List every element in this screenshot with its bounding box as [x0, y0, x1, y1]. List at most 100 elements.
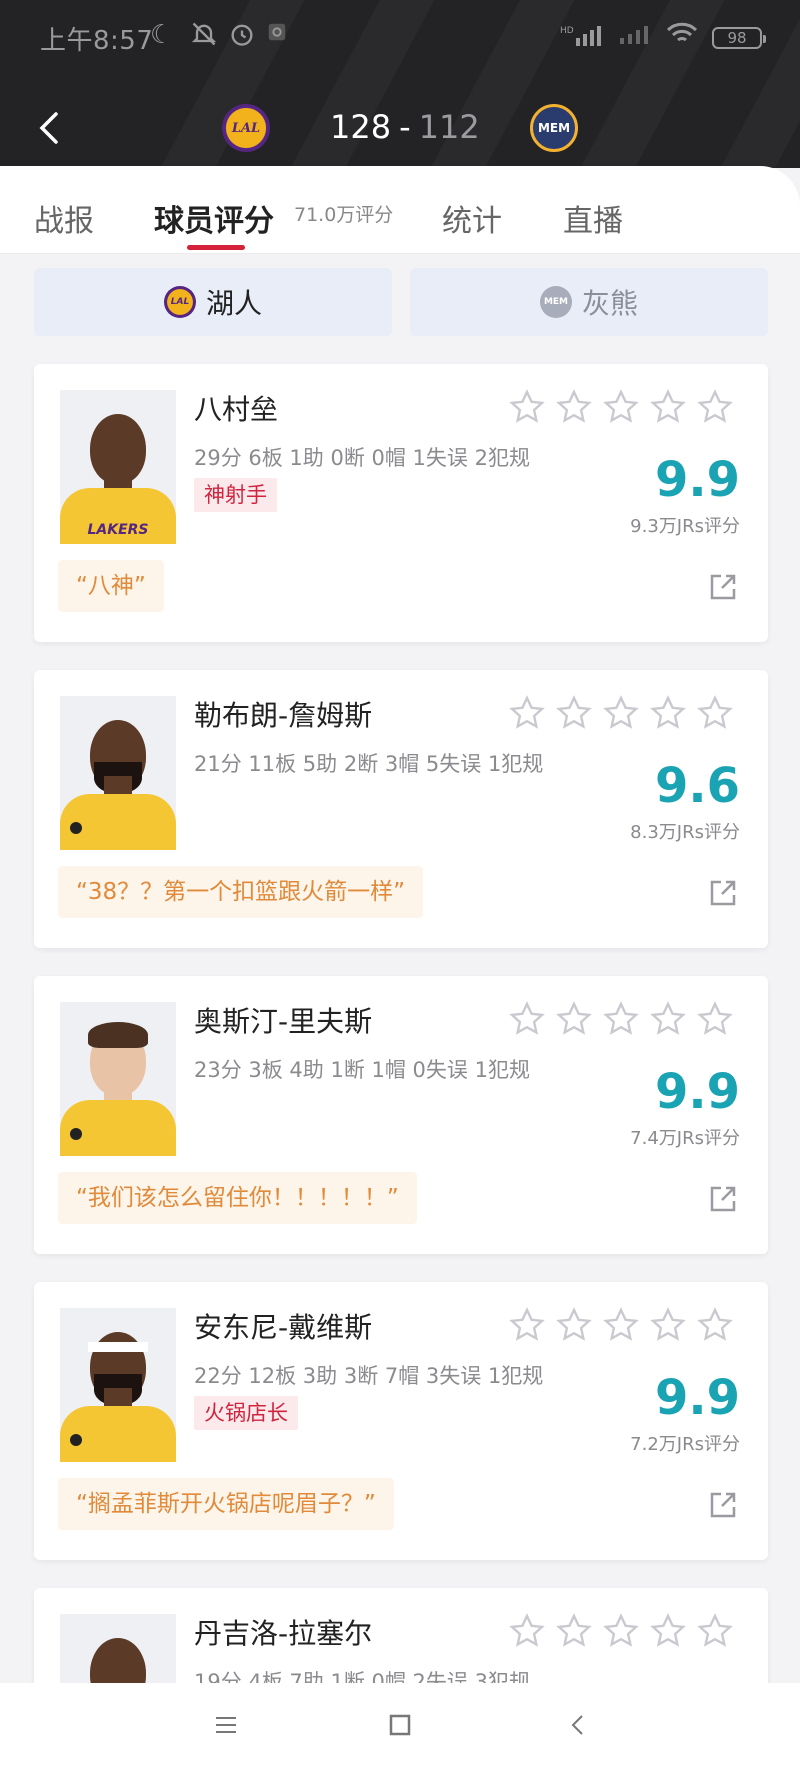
rating-stars[interactable]: [508, 388, 734, 426]
system-nav-bar: [0, 1683, 800, 1778]
star-icon[interactable]: [649, 1000, 687, 1038]
star-icon[interactable]: [555, 1000, 593, 1038]
star-icon[interactable]: [649, 388, 687, 426]
star-icon[interactable]: [555, 388, 593, 426]
star-icon[interactable]: [649, 1306, 687, 1344]
tab-player-ratings[interactable]: 球员评分: [154, 196, 274, 240]
active-tab-indicator: [187, 245, 245, 250]
star-icon[interactable]: [508, 694, 546, 732]
star-icon[interactable]: [649, 694, 687, 732]
home-score: 128: [330, 108, 392, 146]
rating-stars[interactable]: [508, 1612, 734, 1650]
hot-comment[interactable]: “我们该怎么留住你！！！！！”: [58, 1172, 417, 1224]
back-button[interactable]: [36, 108, 60, 148]
rating-stars[interactable]: [508, 1000, 734, 1038]
star-icon[interactable]: [555, 694, 593, 732]
team-tab-label: 湖人: [205, 287, 262, 320]
player-name: 勒布朗-詹姆斯: [194, 699, 373, 732]
away-score: 112: [418, 108, 480, 146]
hot-comment[interactable]: “38？？第一个扣篮跟火箭一样”: [58, 866, 424, 918]
star-icon[interactable]: [508, 1000, 546, 1038]
vote-count: 8.3万JRs评分: [630, 822, 740, 843]
player-name: 丹吉洛-拉塞尔: [194, 1617, 373, 1650]
player-name: 八村垒: [194, 393, 279, 426]
tab-stats[interactable]: 统计: [442, 196, 502, 240]
tab-bar: 战报 球员评分 统计 直播: [0, 166, 800, 254]
star-icon[interactable]: [602, 388, 640, 426]
player-card[interactable]: 勒布朗-詹姆斯 21分 11板 5助 2断 3帽 5失误 1犯规 9.6 8.3…: [34, 670, 768, 948]
team-tab-grizzlies[interactable]: MEM 灰熊: [410, 268, 768, 336]
top-header: 上午8:57 ☾ HD 98 LAL 128-112 MEM: [0, 0, 800, 168]
player-score: 9.9: [654, 1370, 740, 1426]
player-score: 9.9: [654, 452, 740, 508]
star-icon[interactable]: [602, 694, 640, 732]
share-icon[interactable]: [708, 878, 738, 908]
player-card[interactable]: LAKERS 八村垒 29分 6板 1助 0断 0帽 1失误 2犯规 神射手 9…: [34, 364, 768, 642]
home-square-icon[interactable]: [388, 1713, 412, 1737]
player-score: 9.9: [654, 1064, 740, 1120]
star-icon[interactable]: [555, 1306, 593, 1344]
share-icon[interactable]: [708, 1184, 738, 1214]
menu-icon[interactable]: [214, 1713, 238, 1737]
rating-count: 71.0万评分: [294, 204, 394, 226]
share-icon[interactable]: [708, 1490, 738, 1520]
hot-comment[interactable]: “八神”: [58, 560, 164, 612]
tab-live[interactable]: 直播: [563, 196, 623, 240]
wifi-icon: [666, 22, 698, 53]
score-separator: -: [399, 108, 411, 146]
star-icon[interactable]: [696, 1612, 734, 1650]
svg-text:HD: HD: [560, 26, 574, 36]
lakers-logo: LAL: [222, 104, 270, 152]
grizzlies-logo: MEM: [530, 104, 578, 152]
star-icon[interactable]: [602, 1306, 640, 1344]
player-score: 9.6: [654, 758, 740, 814]
player-photo: [60, 696, 176, 850]
game-score: 128-112: [330, 108, 480, 146]
star-icon[interactable]: [602, 1000, 640, 1038]
team-tab-lakers[interactable]: LAL 湖人: [34, 268, 392, 336]
rating-stars[interactable]: [508, 1306, 734, 1344]
player-stats: 22分 12板 3助 3断 7帽 3失误 1犯规: [194, 1364, 544, 1388]
status-time: 上午8:57: [40, 26, 154, 56]
star-icon[interactable]: [508, 1612, 546, 1650]
alarm-icon: [228, 20, 256, 55]
status-bar: 上午8:57 ☾ HD 98: [0, 18, 800, 58]
star-icon[interactable]: [696, 1306, 734, 1344]
star-icon[interactable]: [649, 1612, 687, 1650]
moon-icon: ☾: [150, 20, 174, 50]
tab-report[interactable]: 战报: [34, 196, 94, 240]
star-icon[interactable]: [696, 694, 734, 732]
star-icon[interactable]: [696, 1000, 734, 1038]
grizzlies-mini-logo: MEM: [539, 286, 572, 318]
star-icon[interactable]: [508, 388, 546, 426]
player-photo: LAKERS: [60, 390, 176, 544]
vote-count: 7.2万JRs评分: [630, 1434, 740, 1455]
star-icon[interactable]: [696, 388, 734, 426]
star-icon[interactable]: [508, 1306, 546, 1344]
hd-signal-icon: HD: [560, 24, 604, 51]
player-photo: [60, 1002, 176, 1156]
player-name: 安东尼-戴维斯: [194, 1311, 373, 1344]
player-stats: 21分 11板 5助 2断 3帽 5失误 1犯规: [194, 752, 544, 776]
vote-count: 9.3万JRs评分: [630, 516, 740, 537]
player-tag: 神射手: [194, 478, 277, 512]
share-icon[interactable]: [708, 572, 738, 602]
star-icon[interactable]: [555, 1612, 593, 1650]
signal-weak-icon: [618, 22, 652, 53]
player-photo: [60, 1308, 176, 1462]
hot-comment[interactable]: “搁孟菲斯开火锅店呢眉子？”: [58, 1478, 394, 1530]
lakers-mini-logo: LAL: [163, 286, 196, 318]
vote-count: 7.4万JRs评分: [630, 1128, 740, 1149]
back-arrow-icon[interactable]: [566, 1713, 590, 1737]
battery-indicator: 98: [712, 26, 766, 49]
team-tab-label: 灰熊: [581, 287, 638, 320]
player-tag: 火锅店长: [194, 1396, 298, 1430]
player-stats: 23分 3板 4助 1断 1帽 0失误 1犯规: [194, 1058, 530, 1082]
jersey-text: LAKERS: [87, 522, 149, 538]
player-card[interactable]: 奥斯汀-里夫斯 23分 3板 4助 1断 1帽 0失误 1犯规 9.9 7.4万…: [34, 976, 768, 1254]
app-notification-icon: [266, 20, 288, 50]
rating-stars[interactable]: [508, 694, 734, 732]
star-icon[interactable]: [602, 1612, 640, 1650]
player-card[interactable]: 安东尼-戴维斯 22分 12板 3助 3断 7帽 3失误 1犯规 火锅店长 9.…: [34, 1282, 768, 1560]
player-stats: 29分 6板 1助 0断 0帽 1失误 2犯规: [194, 446, 530, 470]
